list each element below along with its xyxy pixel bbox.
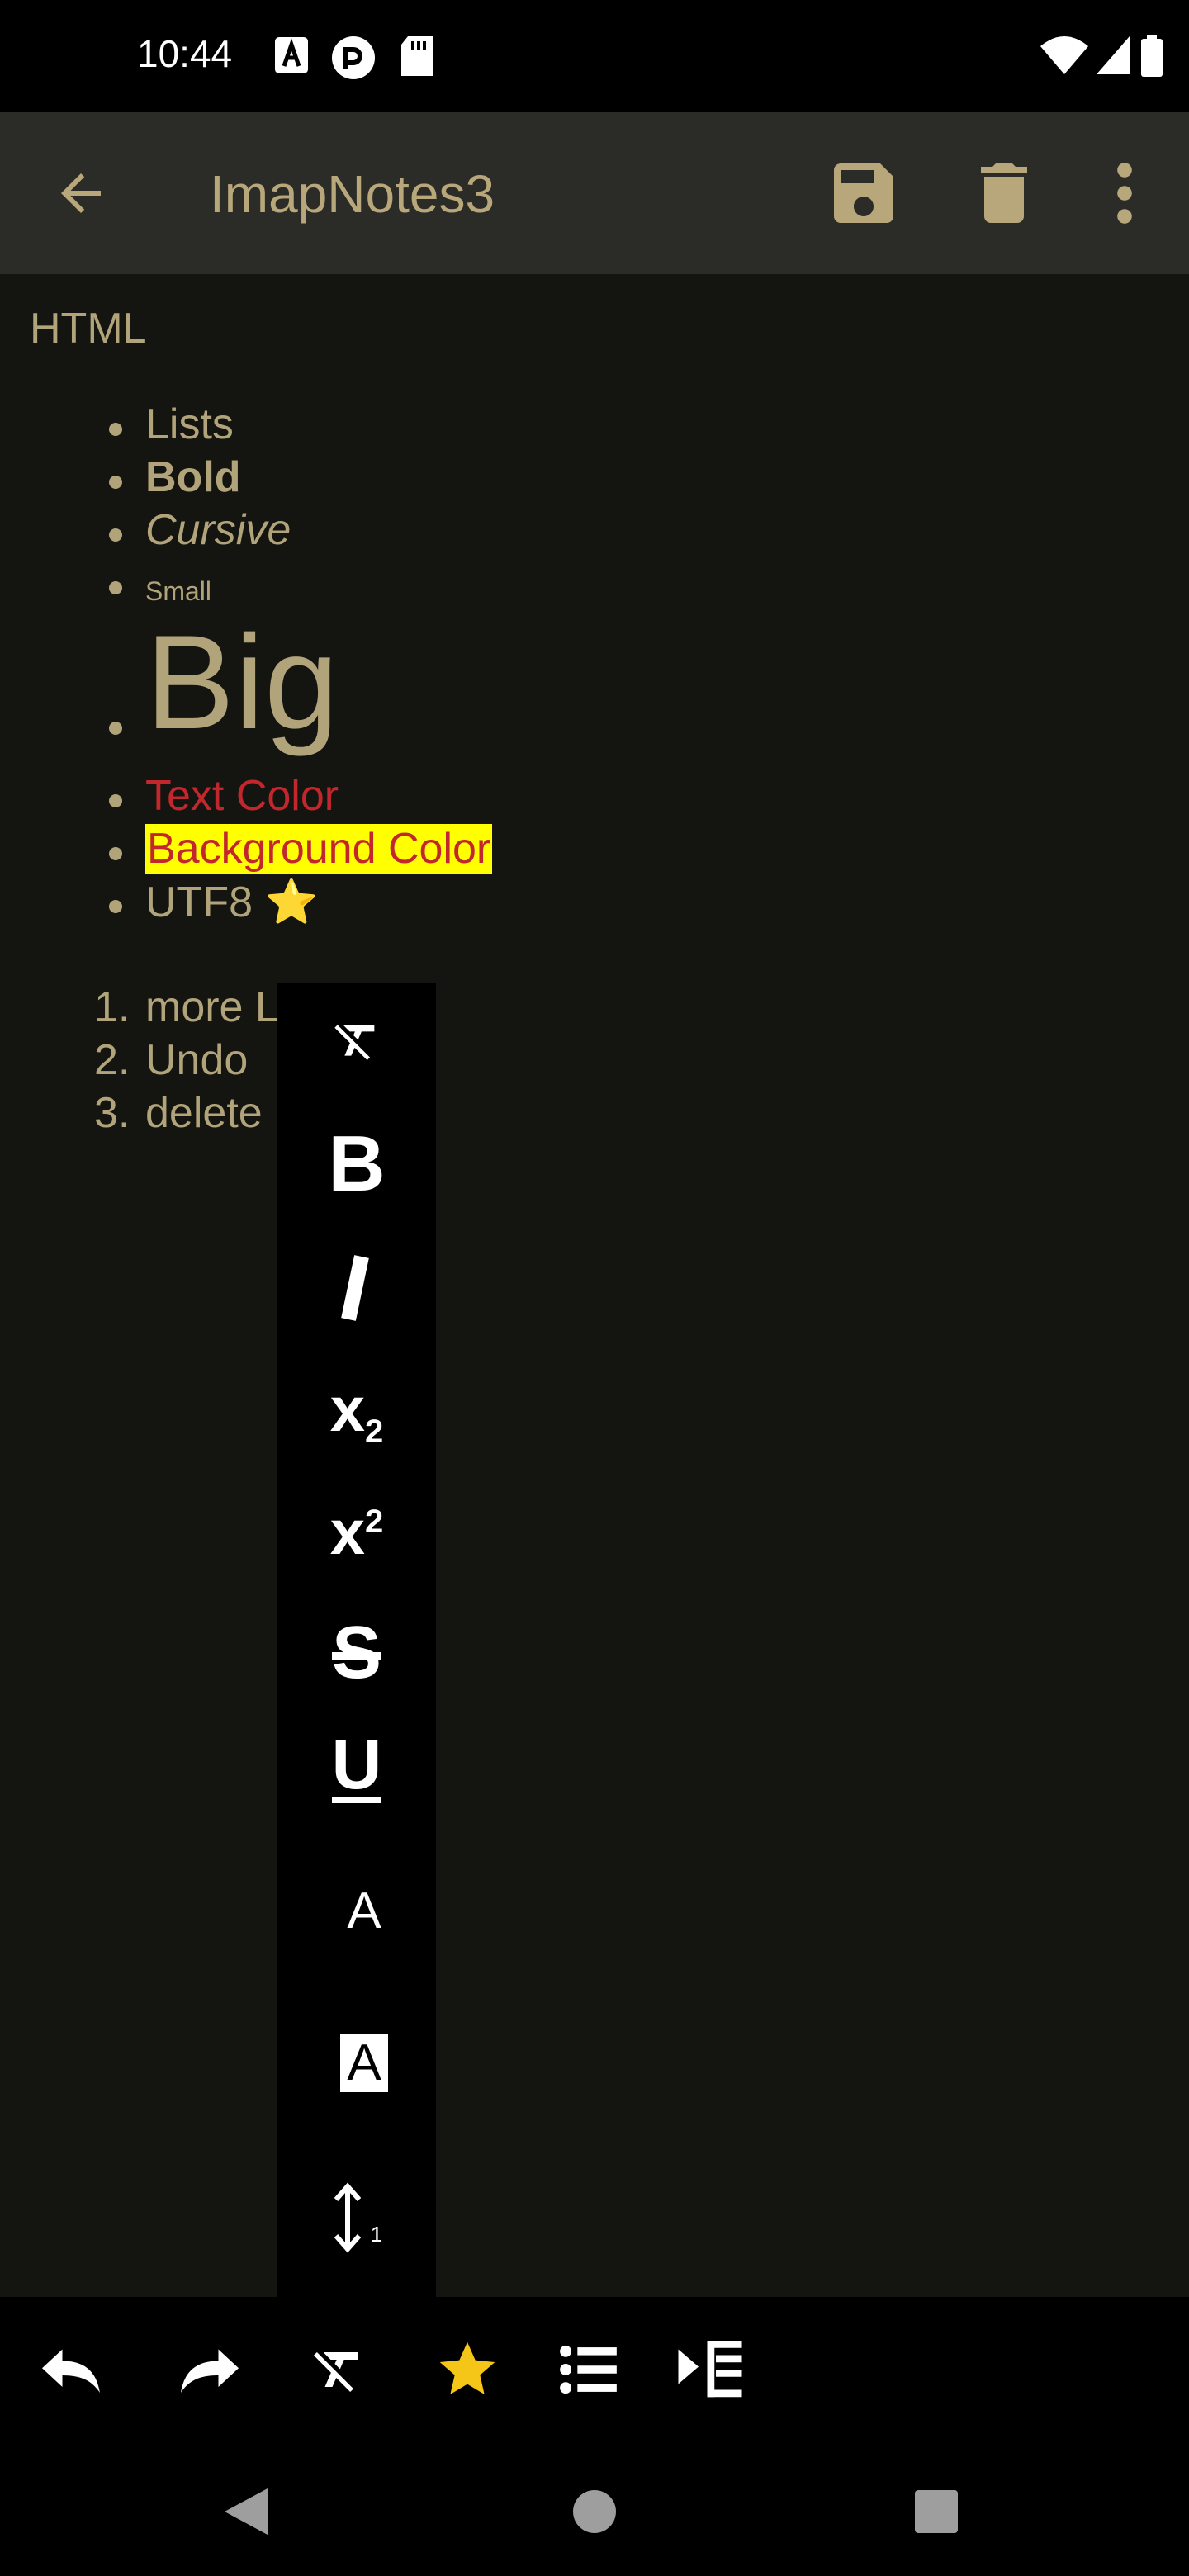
- status-bar: 10:44: [0, 0, 1189, 112]
- superscript-icon: x2: [329, 1497, 384, 1568]
- more-options-icon[interactable]: [1095, 154, 1154, 233]
- sd-card-icon: [401, 36, 433, 76]
- app-title: ImapNotes3: [210, 164, 495, 224]
- battery-icon: [1141, 35, 1163, 77]
- list-item-background-color: Background Color: [145, 824, 493, 874]
- navigation-bar: [0, 2442, 1189, 2576]
- back-arrow-icon[interactable]: [51, 163, 111, 223]
- italic-button[interactable]: [277, 1230, 436, 1346]
- indent-button[interactable]: [670, 2330, 750, 2409]
- cellular-signal-icon: [1097, 36, 1130, 74]
- star-icon: [439, 2342, 495, 2394]
- list-item-cursive: Cursive: [145, 506, 291, 554]
- undo-button[interactable]: [31, 2330, 111, 2409]
- list-item-text-color: Text Color: [145, 772, 339, 820]
- redo-icon: [181, 2349, 239, 2393]
- text-color-icon: A: [347, 1882, 381, 1939]
- underline-icon: U: [331, 1726, 382, 1804]
- text-color-button[interactable]: A: [277, 1853, 436, 1968]
- subscript-button[interactable]: x2: [277, 1354, 436, 1470]
- remove-format-icon: [314, 2352, 358, 2392]
- accessibility-notification-icon: [275, 37, 308, 73]
- bullet-list-icon: [560, 2345, 617, 2394]
- indent-icon: [678, 2341, 742, 2398]
- bottom-toolbar: [0, 2297, 1189, 2442]
- italic-icon: [341, 1255, 369, 1321]
- ordered-item-delete: delete: [145, 1089, 263, 1137]
- line-height-value: 1: [370, 2221, 383, 2247]
- nav-back-icon[interactable]: [221, 2485, 271, 2538]
- bullet-list-button[interactable]: [548, 2330, 628, 2409]
- strikethrough-button[interactable]: S: [277, 1595, 436, 1711]
- clear-format-icon: [334, 1025, 375, 1060]
- app-notification-icon: [332, 36, 375, 79]
- strikethrough-icon: S: [331, 1611, 382, 1694]
- background-color-icon: A: [340, 2033, 388, 2092]
- note-editor[interactable]: HTML Lists Bold Cursive Small Big Text C…: [0, 274, 1189, 2297]
- status-time: 10:44: [137, 32, 233, 75]
- subscript-icon: x2: [329, 1374, 384, 1450]
- clear-format-button[interactable]: [277, 983, 436, 1098]
- note-heading: HTML: [30, 305, 147, 353]
- list-bullet: [109, 581, 122, 594]
- list-bullet: [109, 900, 122, 913]
- ordered-number: 3.: [94, 1089, 130, 1137]
- line-height-button[interactable]: 1: [277, 2160, 436, 2275]
- bold-icon: B: [328, 1120, 386, 1208]
- ordered-item-more: more L: [145, 983, 279, 1031]
- app-bar: ImapNotes3: [0, 112, 1189, 274]
- formatting-popup: B x2 x2 S U A A 1: [277, 983, 436, 2297]
- emoji-button[interactable]: [428, 2330, 507, 2409]
- list-item-bold: Bold: [145, 453, 241, 501]
- bold-button[interactable]: B: [277, 1106, 436, 1222]
- list-bullet: [109, 847, 122, 860]
- ordered-number: 1.: [94, 983, 130, 1031]
- list-bullet: [109, 794, 122, 807]
- remove-format-button[interactable]: [299, 2330, 378, 2409]
- redo-button[interactable]: [170, 2330, 249, 2409]
- wifi-icon: [1040, 36, 1088, 74]
- list-item-utf8: UTF8 ⭐: [145, 878, 319, 926]
- list-bullet: [109, 476, 122, 489]
- ordered-item-undo: Undo: [145, 1036, 249, 1084]
- undo-icon: [42, 2349, 100, 2393]
- list-item-small: Small: [145, 576, 212, 606]
- nav-recents-icon[interactable]: [913, 2488, 959, 2535]
- underline-button[interactable]: U: [277, 1711, 436, 1826]
- list-item-big: Big: [145, 608, 339, 757]
- line-height-icon: [334, 2182, 362, 2253]
- save-icon[interactable]: [824, 154, 903, 233]
- nav-home-icon[interactable]: [571, 2488, 618, 2535]
- list-bullet: [109, 423, 122, 436]
- ordered-number: 2.: [94, 1036, 130, 1084]
- list-bullet: [109, 528, 122, 542]
- background-color-button[interactable]: A: [277, 2005, 436, 2120]
- superscript-button[interactable]: x2: [277, 1475, 436, 1590]
- list-item-lists: Lists: [145, 400, 234, 448]
- delete-icon[interactable]: [964, 154, 1044, 233]
- list-bullet: [109, 722, 122, 735]
